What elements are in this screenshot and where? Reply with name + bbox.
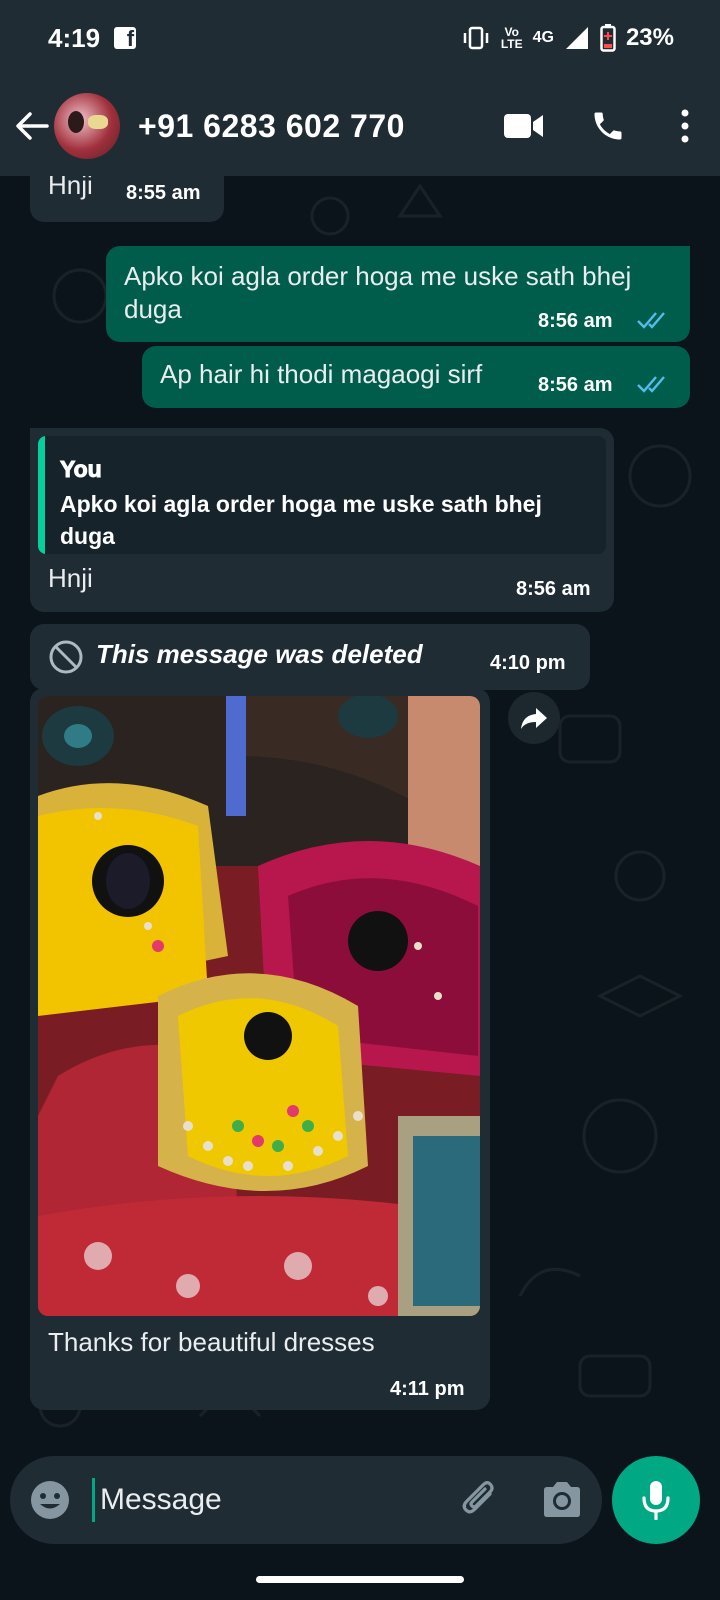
deleted-icon xyxy=(49,640,83,674)
quote-accent-bar xyxy=(38,436,45,554)
photo-content xyxy=(38,696,480,1316)
message-time: 8:56 am xyxy=(516,578,591,600)
message-time: 4:11 pm xyxy=(390,1378,465,1400)
message-bubble-outgoing[interactable]: Apko koi agla order hoga me uske sath bh… xyxy=(106,246,690,342)
chat-header: +91 6283 602 770 xyxy=(0,76,720,176)
chat-area[interactable]: Hnji 8:55 am Apko koi agla order hoga me… xyxy=(0,176,720,1440)
voice-call-icon xyxy=(594,112,622,140)
message-time: 8:56 am xyxy=(538,310,613,332)
image-message-bubble[interactable]: Thanks for beautiful dresses 4:11 pm xyxy=(30,688,490,1410)
message-time: 8:56 am xyxy=(538,374,613,396)
deleted-message-bubble[interactable]: This message was deleted 4:10 pm xyxy=(30,624,590,690)
emoji-icon[interactable] xyxy=(28,1478,72,1522)
message-text: Ap hair hi thodi magaogi sirf xyxy=(160,359,483,389)
lte-label: LTE xyxy=(500,37,523,51)
more-options-button[interactable] xyxy=(650,76,720,176)
read-ticks-icon xyxy=(637,312,665,329)
read-ticks-icon xyxy=(637,376,665,393)
forward-icon xyxy=(521,708,547,729)
whatsapp-chat-screen: 4:19 f Vo LTE 4G 23% +91 6283 602 770 Hn… xyxy=(0,0,720,1600)
message-time: 4:10 pm xyxy=(490,652,566,674)
facebook-icon: f xyxy=(114,27,137,49)
back-arrow-icon xyxy=(16,112,49,140)
image-caption: Thanks for beautiful dresses xyxy=(48,1327,375,1357)
quote-text: Apko koi agla order hoga me uske sath bh… xyxy=(60,491,542,549)
text-cursor xyxy=(92,1478,95,1522)
camera-icon[interactable] xyxy=(540,1478,584,1522)
message-bubble-incoming[interactable]: Hnji 8:55 am xyxy=(30,176,224,222)
message-text: Hnji xyxy=(48,563,93,593)
video-call-icon xyxy=(504,114,543,138)
volte-indicator: Vo LTE xyxy=(501,26,523,50)
message-composer xyxy=(10,1456,602,1544)
message-time: 8:55 am xyxy=(126,182,201,204)
vibrate-icon xyxy=(463,26,489,50)
more-options-icon xyxy=(681,109,689,143)
forward-button[interactable] xyxy=(508,692,560,744)
battery-low-icon xyxy=(600,24,616,52)
message-bubble-outgoing[interactable]: Ap hair hi thodi magaogi sirf 8:56 am xyxy=(142,346,690,408)
shared-photo[interactable] xyxy=(38,696,480,1316)
battery-percent: 23% xyxy=(625,24,674,51)
deleted-message-text: This message was deleted xyxy=(96,639,423,669)
quote-author: You xyxy=(60,456,103,483)
network-type: 4G xyxy=(532,29,554,46)
avatar[interactable] xyxy=(54,93,120,159)
voice-call-button[interactable] xyxy=(566,76,650,176)
attach-icon[interactable] xyxy=(458,1478,502,1522)
header-actions xyxy=(482,76,720,176)
message-text: Hnji xyxy=(48,176,93,200)
message-input[interactable] xyxy=(100,1470,440,1530)
signal-icon xyxy=(565,27,588,49)
quoted-message[interactable]: You Apko koi agla order hoga me uske sat… xyxy=(38,436,606,554)
status-bar: 4:19 f Vo LTE 4G 23% xyxy=(0,0,720,76)
home-indicator[interactable] xyxy=(256,1576,464,1583)
message-bubble-reply[interactable]: You Apko koi agla order hoga me uske sat… xyxy=(30,428,614,612)
video-call-button[interactable] xyxy=(482,76,566,176)
voice-message-button[interactable] xyxy=(612,1456,700,1544)
mic-icon xyxy=(642,1481,670,1520)
contact-name[interactable]: +91 6283 602 770 xyxy=(138,108,405,145)
status-time: 4:19 xyxy=(48,22,101,53)
status-indicators: Vo LTE 4G 23% xyxy=(461,24,674,52)
